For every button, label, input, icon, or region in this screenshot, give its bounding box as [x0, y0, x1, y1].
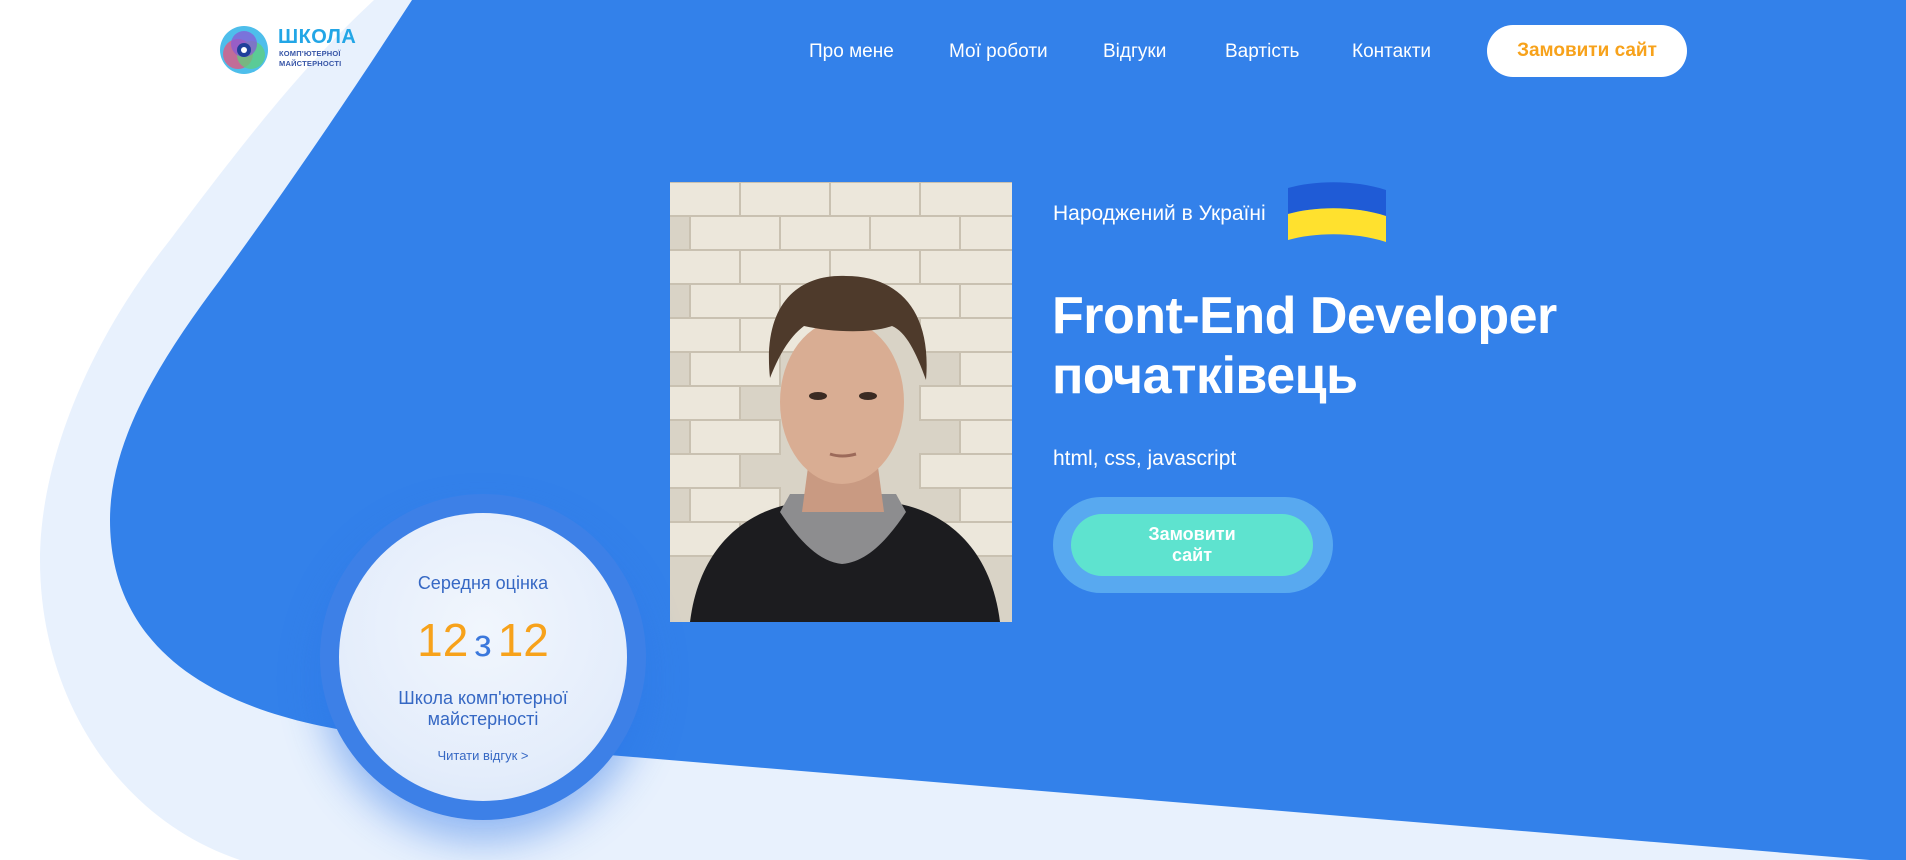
- read-review-link[interactable]: Читати відгук >: [339, 748, 627, 764]
- nav-item-works[interactable]: Мої роботи: [949, 40, 1048, 64]
- hero-title-line-2: початківець: [1052, 347, 1358, 405]
- nav-item-contacts[interactable]: Контакти: [1352, 40, 1431, 64]
- ukraine-flag-icon: [1288, 182, 1386, 242]
- hero-title-line-1: Front-End Developer: [1052, 287, 1557, 345]
- rating-title: Середня оцінка: [417, 573, 549, 593]
- rating-score-max: 12: [497, 614, 549, 666]
- rating-school-name: Школа комп'ютерної майстерності: [398, 688, 568, 729]
- nav-item-pricing[interactable]: Вартість: [1225, 40, 1299, 64]
- portrait-photo: [670, 182, 1012, 622]
- skills-text: html, css, javascript: [1053, 447, 1237, 470]
- order-site-hero-button[interactable]: Замовити сайт: [1071, 514, 1313, 576]
- nav-item-about[interactable]: Про мене: [809, 40, 894, 64]
- hero-title: Front-End Developer початківець: [1052, 286, 1557, 406]
- order-site-hero-button-label: Замовити сайт: [1148, 524, 1236, 565]
- rating-score-value: 12: [417, 614, 469, 666]
- rating-score-separator: з: [474, 623, 492, 665]
- nav-item-reviews[interactable]: Відгуки: [1103, 40, 1166, 64]
- born-in-ukraine-text: Народжений в Україні: [1053, 202, 1266, 225]
- order-site-header-button[interactable]: Замовити сайт: [1487, 25, 1687, 77]
- rating-score: 12 з 12: [339, 613, 627, 671]
